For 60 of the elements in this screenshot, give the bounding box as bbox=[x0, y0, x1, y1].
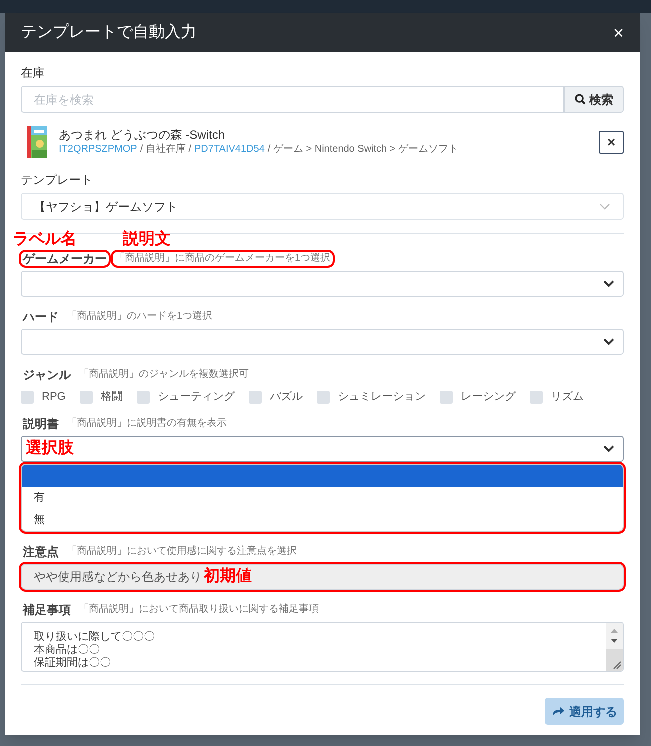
field-label: ゲームメーカー bbox=[21, 252, 109, 266]
field-label: 注意点 bbox=[22, 545, 60, 559]
scrollbar[interactable] bbox=[606, 623, 623, 671]
checkbox[interactable] bbox=[440, 390, 453, 404]
annotation-label: 説明文 bbox=[123, 231, 171, 249]
field-description: 「商品説明」において商品取り扱いに関する補足事項 bbox=[78, 603, 320, 617]
checkbox[interactable] bbox=[21, 390, 34, 404]
field-label: ハード bbox=[22, 310, 60, 324]
textarea-line: 保証期間は〇〇 bbox=[34, 657, 112, 670]
item-path-text: / 自社在庫 / bbox=[140, 142, 192, 156]
apply-button[interactable]: 適用する bbox=[545, 698, 624, 725]
field-label: 説明書 bbox=[22, 417, 60, 431]
template-select[interactable]: 【ヤフショ】ゲームソフト bbox=[21, 193, 624, 220]
item-path-text: / ゲーム > Nintendo Switch > ゲームソフト bbox=[268, 142, 459, 156]
annotation-label: 初期値 bbox=[204, 568, 252, 586]
caret-icon bbox=[599, 202, 611, 210]
checkbox-label: レーシング bbox=[460, 390, 516, 404]
field-label: 補足事項 bbox=[22, 603, 72, 617]
checkbox-label: パズル bbox=[270, 390, 303, 404]
caret-icon bbox=[603, 338, 615, 346]
select-field[interactable] bbox=[21, 271, 624, 297]
textarea-line: 本商品は〇〇 bbox=[34, 644, 101, 657]
field-description: 「商品説明」において使用感に関する注意点を選択 bbox=[66, 545, 298, 559]
checkbox[interactable] bbox=[316, 390, 330, 404]
dropdown-option[interactable]: 無 bbox=[22, 509, 623, 531]
caret-icon bbox=[603, 445, 615, 453]
dialog-title: テンプレートで自動入力 bbox=[21, 22, 197, 42]
checkbox-label: RPG bbox=[42, 390, 66, 404]
item-name: あつまれ どうぶつの森 -Switch bbox=[59, 128, 226, 142]
field-label: 在庫 bbox=[21, 66, 46, 80]
textarea-line: 取り扱いに際して〇〇〇 bbox=[34, 631, 156, 644]
search-button[interactable]: 検索 bbox=[564, 86, 624, 113]
checkbox-label: シュミレーション bbox=[338, 390, 426, 404]
field-description: 「商品説明」に説明書の有無を表示 bbox=[66, 417, 228, 431]
text-field[interactable]: やや使用感などから色あせあり 初期値 bbox=[21, 564, 624, 590]
caret-icon bbox=[603, 280, 615, 288]
checkbox[interactable] bbox=[80, 390, 93, 404]
select-field[interactable] bbox=[21, 329, 624, 355]
share-arrow-icon bbox=[552, 706, 564, 717]
remove-button[interactable]: × bbox=[599, 130, 624, 154]
checkbox[interactable] bbox=[248, 390, 262, 404]
search-field[interactable]: 在庫を検索 bbox=[21, 86, 564, 113]
field-description: 「商品説明」に商品のゲームメーカーを1つ選択 bbox=[113, 252, 333, 266]
field-description: 「商品説明」のハードを1つ選択 bbox=[66, 310, 214, 324]
field-label: ジャンル bbox=[22, 368, 72, 382]
dropdown-option[interactable]: 有 bbox=[22, 487, 623, 509]
checkbox-label: シューティング bbox=[158, 390, 235, 404]
checkbox[interactable] bbox=[136, 390, 150, 404]
field-label: テンプレート bbox=[21, 173, 94, 187]
close-button[interactable]: × bbox=[613, 24, 624, 42]
search-icon bbox=[574, 94, 586, 105]
select-field[interactable]: 選択肢 bbox=[21, 436, 624, 462]
dropdown-option[interactable] bbox=[22, 465, 623, 487]
annotation-label: ラベル名 bbox=[13, 231, 77, 249]
checkbox[interactable] bbox=[530, 390, 543, 404]
field-description: 「商品説明」のジャンルを複数選択可 bbox=[78, 368, 250, 382]
textarea-field[interactable]: 取り扱いに際して〇〇〇 本商品は〇〇 保証期間は〇〇 bbox=[21, 622, 624, 672]
annotation-label: 選択肢 bbox=[26, 440, 74, 458]
checkbox-label: リズム bbox=[550, 390, 584, 404]
checkbox-label: 格闘 bbox=[100, 390, 123, 404]
